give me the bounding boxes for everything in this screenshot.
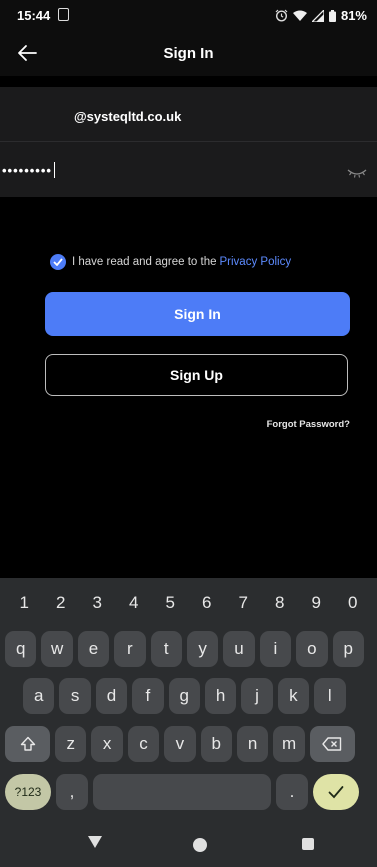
key-9[interactable]: 9: [301, 586, 331, 620]
nav-home-icon[interactable]: [193, 838, 207, 852]
comma-key[interactable]: ,: [56, 774, 88, 810]
key-s[interactable]: s: [59, 678, 91, 714]
symbols-key[interactable]: ?123: [5, 774, 51, 810]
eye-closed-icon[interactable]: [347, 165, 367, 179]
key-n[interactable]: n: [236, 726, 269, 762]
key-i[interactable]: i: [259, 631, 292, 667]
backspace-icon: [322, 737, 342, 751]
keyboard-row-1: q w e r t y u i o p: [5, 631, 377, 667]
key-8[interactable]: 8: [265, 586, 295, 620]
status-icons: 81%: [275, 8, 367, 23]
page-title: Sign In: [163, 45, 214, 62]
shift-icon: [20, 736, 35, 751]
system-nav-bar: [0, 823, 377, 867]
key-v[interactable]: v: [164, 726, 196, 762]
key-1[interactable]: 1: [9, 586, 39, 620]
password-field[interactable]: •••••••••: [2, 162, 55, 178]
key-2[interactable]: 2: [46, 586, 76, 620]
keyboard-row-2: a s d f g h j k l: [23, 678, 377, 714]
key-x[interactable]: x: [91, 726, 123, 762]
key-u[interactable]: u: [223, 631, 255, 667]
password-dots: •••••••••: [2, 163, 52, 178]
text-caret: [53, 162, 55, 178]
key-a[interactable]: a: [23, 678, 55, 714]
check-icon: [53, 258, 63, 266]
enter-key[interactable]: [313, 774, 359, 810]
sign-in-button[interactable]: Sign In: [45, 292, 350, 336]
app-header: Sign In: [0, 30, 377, 76]
key-z[interactable]: z: [55, 726, 87, 762]
field-divider: [0, 141, 377, 142]
battery-icon: [328, 9, 336, 22]
keyboard-row-3: z x c v b n m: [5, 726, 377, 762]
keyboard-row-4: ?123 , .: [5, 774, 377, 810]
key-h[interactable]: h: [204, 678, 237, 714]
key-l[interactable]: l: [314, 678, 346, 714]
privacy-policy-link[interactable]: Privacy Policy: [220, 256, 292, 268]
key-w[interactable]: w: [41, 631, 73, 667]
key-0[interactable]: 0: [338, 586, 368, 620]
privacy-agreement: I have read and agree to the Privacy Pol…: [50, 254, 291, 270]
checkmark-icon: [328, 786, 344, 799]
status-time: 15:44: [17, 8, 51, 23]
key-5[interactable]: 5: [155, 586, 185, 620]
keyboard-number-row: 1 2 3 4 5 6 7 8 9 0: [0, 586, 377, 620]
screenshot-icon: [58, 8, 69, 21]
sign-in-form: @systeqltd.co.uk •••••••••: [0, 87, 377, 197]
shift-key[interactable]: [5, 726, 50, 762]
soft-keyboard: 1 2 3 4 5 6 7 8 9 0 q w e r t y u i o p …: [0, 578, 377, 823]
key-3[interactable]: 3: [82, 586, 112, 620]
agree-checkbox[interactable]: [50, 254, 66, 270]
key-e[interactable]: e: [77, 631, 110, 667]
nav-recents-icon[interactable]: [302, 838, 314, 850]
key-r[interactable]: r: [114, 631, 146, 667]
key-m[interactable]: m: [273, 726, 305, 762]
key-d[interactable]: d: [95, 678, 128, 714]
signal-icon: [311, 9, 324, 22]
key-q[interactable]: q: [5, 631, 37, 667]
backspace-key[interactable]: [309, 726, 355, 762]
key-t[interactable]: t: [150, 631, 182, 667]
space-key[interactable]: [93, 774, 271, 810]
email-field[interactable]: @systeqltd.co.uk: [74, 109, 181, 124]
wifi-icon: [292, 10, 307, 21]
nav-back-icon[interactable]: [88, 836, 102, 848]
key-c[interactable]: c: [127, 726, 160, 762]
key-p[interactable]: p: [332, 631, 364, 667]
key-o[interactable]: o: [296, 631, 328, 667]
key-b[interactable]: b: [200, 726, 232, 762]
battery-percent: 81%: [340, 8, 367, 23]
key-j[interactable]: j: [241, 678, 273, 714]
key-4[interactable]: 4: [119, 586, 149, 620]
key-y[interactable]: y: [186, 631, 219, 667]
key-7[interactable]: 7: [228, 586, 258, 620]
key-k[interactable]: k: [277, 678, 310, 714]
agree-text: I have read and agree to the: [72, 256, 217, 268]
forgot-password-link[interactable]: Forgot Password?: [267, 419, 350, 430]
key-6[interactable]: 6: [192, 586, 222, 620]
status-bar: 15:44 81%: [0, 0, 377, 30]
alarm-icon: [275, 9, 288, 22]
period-key[interactable]: .: [276, 774, 308, 810]
key-g[interactable]: g: [168, 678, 200, 714]
sign-up-button[interactable]: Sign Up: [45, 354, 348, 396]
key-f[interactable]: f: [132, 678, 164, 714]
